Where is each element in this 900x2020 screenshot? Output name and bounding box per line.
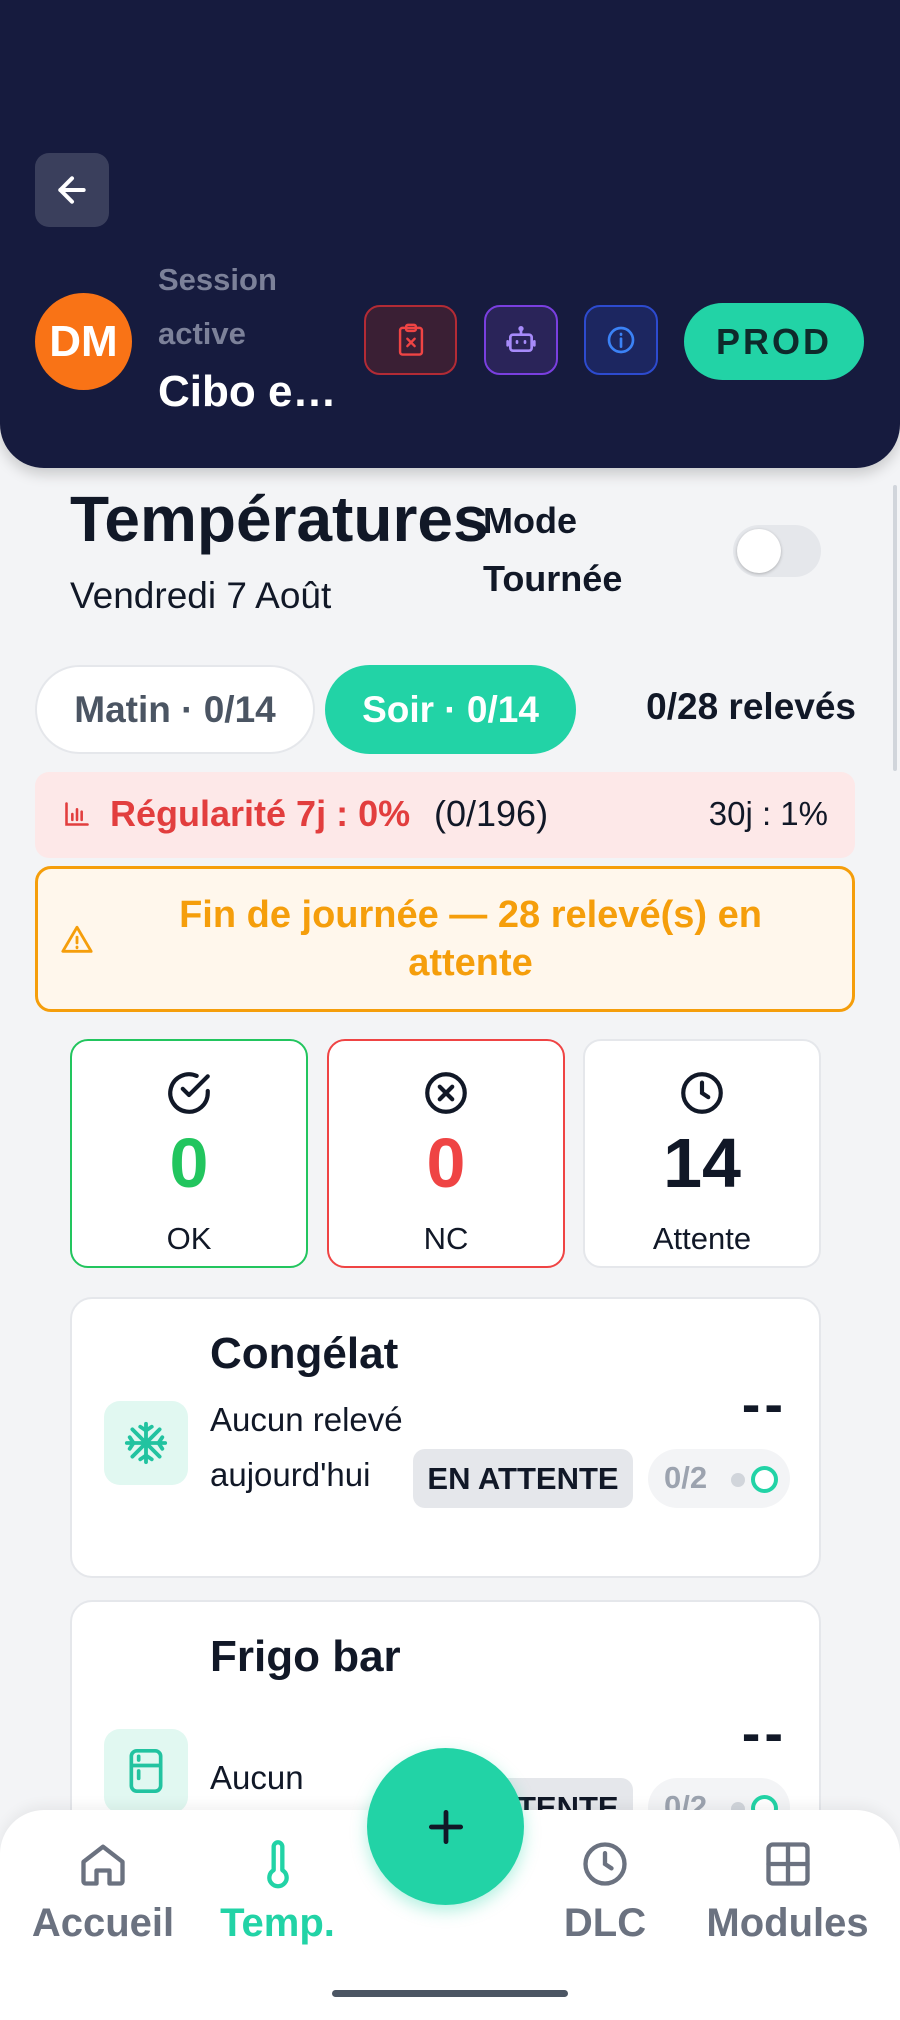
plus-icon xyxy=(428,1809,463,1844)
bar-chart-icon xyxy=(65,802,89,826)
env-badge-button[interactable]: PROD xyxy=(684,303,864,380)
equipment-subtitle: Aucun relevé aujourd'hui xyxy=(210,1401,403,1493)
regularity-30d: 30j : 1% xyxy=(708,795,828,832)
warning-text: Fin de journée — 28 relevé(s) en attente xyxy=(179,894,762,984)
info-button[interactable] xyxy=(584,305,658,375)
stat-attente-label: Attente xyxy=(652,1221,752,1256)
equipment-icon-box xyxy=(104,1729,188,1813)
stat-attente-value: 14 xyxy=(663,1124,741,1202)
regularity-banner: Régularité 7j : 0% (0/196) 30j : 1% xyxy=(35,772,855,858)
arrow-left-icon xyxy=(58,176,86,204)
stat-ok-label: OK xyxy=(166,1221,212,1256)
home-indicator[interactable] xyxy=(332,1990,568,1997)
fridge-icon xyxy=(129,1749,163,1793)
end-of-day-warning[interactable]: Fin de journée — 28 relevé(s) en attente xyxy=(35,866,855,1012)
clear-checklist-button[interactable] xyxy=(364,305,457,375)
equipment-card[interactable]: Congélat Aucun relevé aujourd'hui -- EN … xyxy=(70,1297,821,1578)
home-icon xyxy=(81,1844,125,1886)
releves-total: 0/28 relevés xyxy=(646,686,856,727)
regularity-7d: Régularité 7j : 0% xyxy=(110,793,411,834)
stat-ok-card[interactable]: 0 OK xyxy=(70,1039,308,1268)
nav-item-modules[interactable]: Modules xyxy=(700,1838,875,1946)
equipment-temperature: -- xyxy=(741,1701,787,1764)
robot-button[interactable] xyxy=(484,305,558,375)
add-releve-button[interactable] xyxy=(367,1748,524,1905)
thermometer-icon xyxy=(266,1840,289,1889)
page-date: Vendredi 7 Août xyxy=(70,575,332,616)
toggle-knob xyxy=(737,529,781,573)
warning-triangle-icon xyxy=(61,925,93,953)
check-circle-icon xyxy=(168,1072,210,1114)
clipboard-x-icon xyxy=(398,323,423,356)
info-icon xyxy=(607,326,635,354)
status-badge: EN ATTENTE xyxy=(413,1449,633,1508)
tab-soir[interactable]: Soir · 0/14 xyxy=(325,665,576,754)
nav-item-temp[interactable]: Temp. xyxy=(205,1838,350,1946)
progress-text: 0/2 xyxy=(664,1460,708,1495)
progress-pill: 0/2 xyxy=(648,1449,790,1508)
mode-tournee-label: Mode Tournée xyxy=(483,500,623,599)
nav-label-home: Accueil xyxy=(31,1901,175,1945)
tab-matin[interactable]: Matin · 0/14 xyxy=(35,665,315,754)
stat-attente-card[interactable]: 14 Attente xyxy=(583,1039,821,1268)
snowflake-icon xyxy=(124,1421,168,1465)
session-label: Session active xyxy=(158,262,277,351)
regularity-count: (0/196) xyxy=(434,793,549,834)
stat-nc-card[interactable]: 0 NC xyxy=(327,1039,565,1268)
back-button[interactable] xyxy=(35,153,109,227)
mode-tournee-toggle[interactable] xyxy=(733,525,821,577)
nav-label-modules: Modules xyxy=(706,1901,869,1945)
stat-nc-label: NC xyxy=(423,1221,469,1256)
session-name: Cibo e… xyxy=(158,367,337,416)
nav-label-dlc: DLC xyxy=(563,1901,647,1945)
nav-label-temp: Temp. xyxy=(220,1901,335,1945)
stat-nc-value: 0 xyxy=(426,1124,466,1202)
equipment-temperature: -- xyxy=(741,1372,787,1435)
page-title: Températures xyxy=(70,483,489,555)
progress-dot-morning xyxy=(731,1473,745,1487)
x-circle-icon xyxy=(425,1072,467,1114)
equipment-icon-box xyxy=(104,1401,188,1485)
clock-icon xyxy=(681,1072,723,1114)
nav-item-dlc[interactable]: DLC xyxy=(555,1838,655,1946)
app-header: DM Session active Cibo e… PROD xyxy=(0,0,900,468)
grid-icon xyxy=(765,1842,810,1886)
clock-icon xyxy=(583,1842,627,1886)
equipment-name: Frigo bar xyxy=(210,1632,401,1681)
equipment-name: Congélat xyxy=(210,1329,399,1378)
robot-icon xyxy=(506,326,536,352)
avatar[interactable]: DM xyxy=(35,293,132,390)
nav-item-home[interactable]: Accueil xyxy=(28,1838,178,1946)
scrollbar[interactable] xyxy=(893,485,897,771)
progress-dot-evening xyxy=(751,1466,778,1493)
stat-ok-value: 0 xyxy=(169,1124,209,1202)
